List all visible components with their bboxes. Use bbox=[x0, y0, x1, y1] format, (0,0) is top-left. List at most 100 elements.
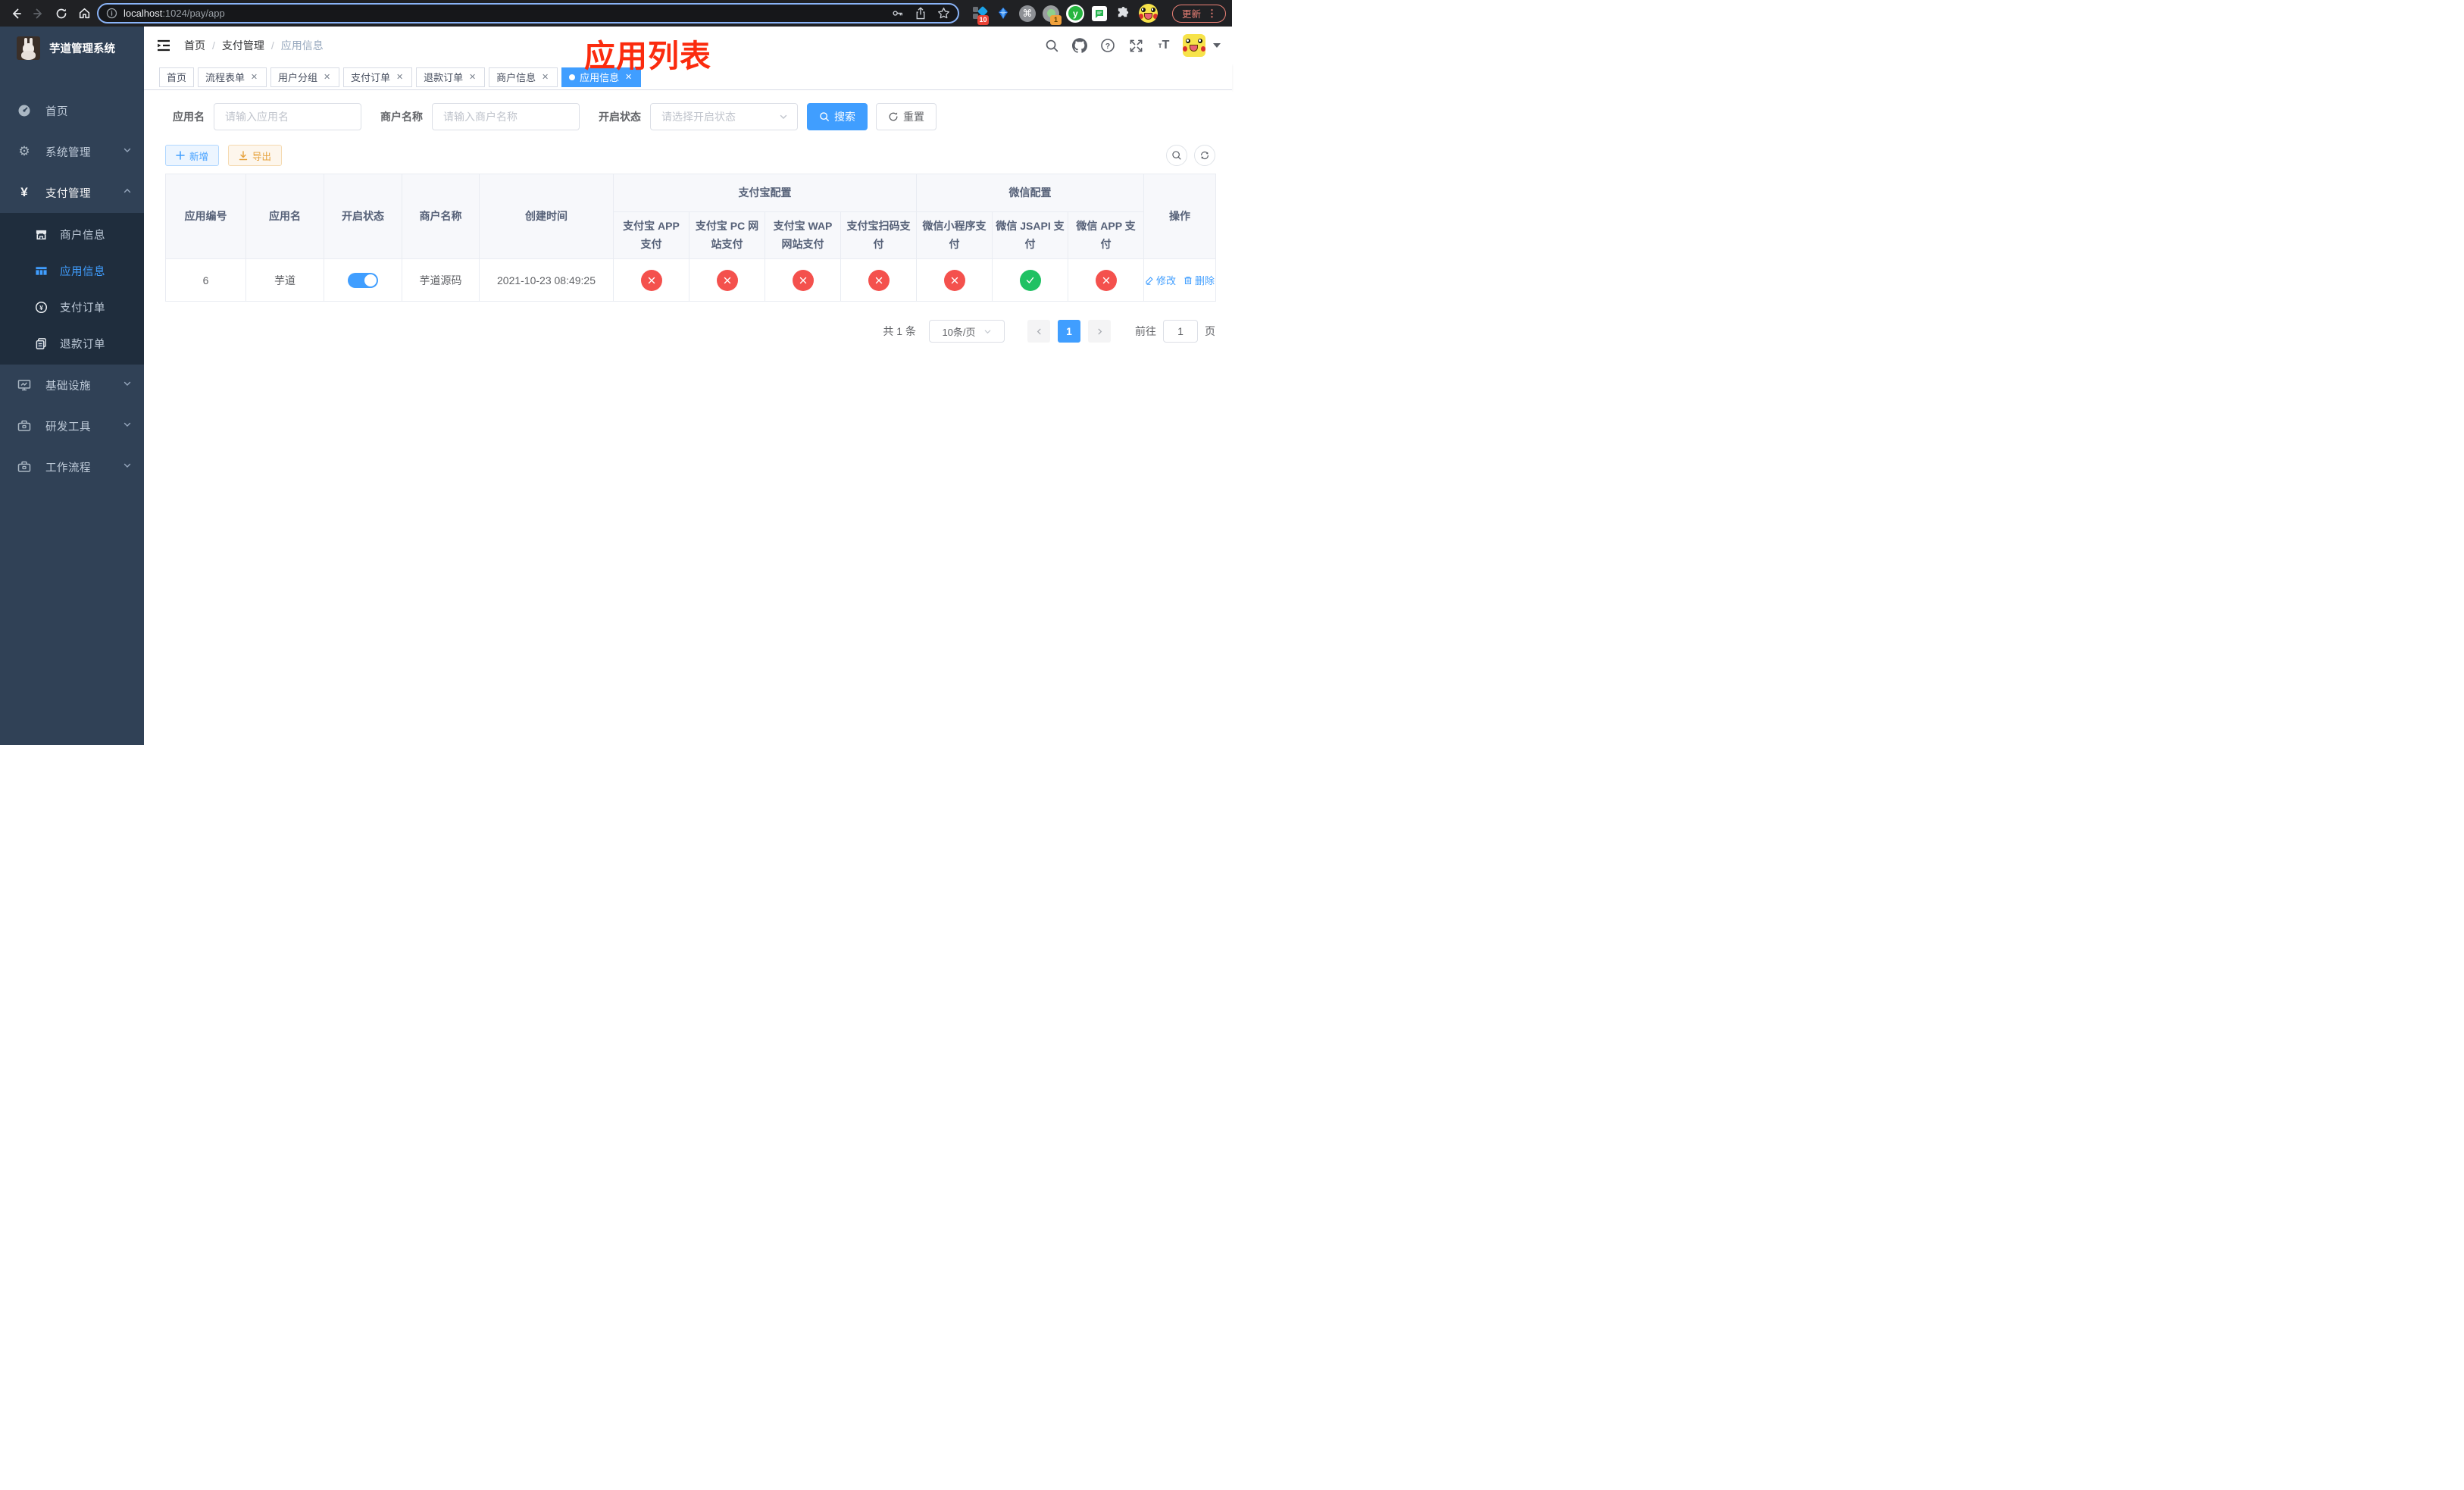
col-header-wx-lite: 微信小程序支付 bbox=[916, 211, 993, 259]
payment-submenu: 商户信息 应用信息 ¥ 支付订单 退款订单 bbox=[0, 213, 144, 365]
browser-update-button[interactable]: 更新 ⋮ bbox=[1171, 4, 1226, 23]
sidebar-item-system[interactable]: ⚙ 系统管理 bbox=[0, 131, 144, 172]
chevron-down-icon bbox=[123, 420, 132, 432]
sidebar-item-app-info[interactable]: 应用信息 bbox=[0, 252, 144, 289]
goto-page-input[interactable] bbox=[1163, 320, 1198, 343]
next-page-button[interactable] bbox=[1088, 320, 1111, 343]
close-icon[interactable]: ✕ bbox=[540, 72, 550, 82]
app-name-input[interactable] bbox=[214, 103, 361, 130]
sidebar-item-infrastructure[interactable]: 基础设施 bbox=[0, 365, 144, 405]
store-icon bbox=[34, 227, 48, 241]
gear-icon: ⚙ bbox=[18, 144, 30, 158]
tags-view-bar: 首页 流程表单 ✕ 用户分组 ✕ 支付订单 ✕ 退款订单 ✕ 商户信息 ✕ 应用信息 ✕ bbox=[144, 64, 1232, 90]
browser-home-button[interactable] bbox=[74, 4, 94, 23]
tab-app-info[interactable]: 应用信息 ✕ bbox=[561, 67, 642, 87]
breadcrumb-current: 应用信息 bbox=[280, 39, 324, 52]
cell-id: 6 bbox=[165, 258, 246, 302]
sidebar-logo[interactable]: 芋道管理系统 bbox=[0, 27, 144, 69]
font-size-icon[interactable]: тT bbox=[1155, 36, 1173, 55]
tab-merchant-info[interactable]: 商户信息 ✕ bbox=[489, 67, 558, 87]
toggle-search-button[interactable] bbox=[1166, 145, 1187, 166]
refresh-icon bbox=[889, 112, 898, 121]
tab-home[interactable]: 首页 bbox=[159, 67, 195, 87]
sidebar-item-dev-tools[interactable]: 研发工具 bbox=[0, 405, 144, 446]
row-enabled-toggle[interactable] bbox=[348, 272, 378, 288]
page-content: 应用名 商户名称 开启状态 请选择开启状态 搜索 重置 bbox=[144, 90, 1232, 745]
sidebar-fold-icon[interactable] bbox=[155, 37, 172, 54]
extension-command-icon[interactable]: ⌘ bbox=[1018, 5, 1036, 23]
site-info-icon[interactable] bbox=[106, 8, 117, 19]
extension-chat-icon[interactable] bbox=[1091, 5, 1108, 23]
breadcrumb-payment[interactable]: 支付管理 bbox=[222, 38, 264, 53]
delete-button[interactable]: 删除 bbox=[1184, 273, 1215, 287]
extensions-puzzle-icon[interactable] bbox=[1115, 5, 1132, 23]
avatar-caret-icon[interactable] bbox=[1213, 43, 1221, 48]
sidebar-item-merchant-info[interactable]: 商户信息 bbox=[0, 216, 144, 252]
close-icon[interactable]: ✕ bbox=[249, 72, 259, 82]
sidebar-item-workflow[interactable]: 工作流程 bbox=[0, 446, 144, 487]
refresh-table-button[interactable] bbox=[1194, 145, 1215, 166]
pagination: 共 1 条 10条/页 1 前往 页 bbox=[165, 320, 1215, 343]
reset-button[interactable]: 重置 bbox=[876, 103, 937, 130]
export-button[interactable]: 导出 bbox=[228, 145, 283, 166]
add-button[interactable]: 新增 bbox=[165, 145, 220, 166]
tab-user-group[interactable]: 用户分组 ✕ bbox=[270, 67, 340, 87]
status-select[interactable]: 请选择开启状态 bbox=[650, 103, 798, 130]
col-header-name: 应用名 bbox=[245, 174, 324, 259]
edit-button[interactable]: 修改 bbox=[1145, 273, 1176, 287]
page-size-select[interactable]: 10条/页 bbox=[929, 320, 1005, 343]
group-header-wechat: 微信配置 bbox=[915, 174, 1145, 212]
sidebar: 芋道管理系统 首页 ⚙ 系统管理 ¥ 支付管理 商户信息 应用信息 ¥ 支付订单… bbox=[0, 27, 144, 745]
github-icon[interactable] bbox=[1071, 36, 1089, 55]
chevron-right-icon bbox=[1097, 328, 1102, 334]
alipay-qr-status-icon bbox=[868, 269, 890, 291]
sidebar-item-pay-order[interactable]: ¥ 支付订单 bbox=[0, 289, 144, 325]
goto-label: 前往 bbox=[1135, 325, 1156, 337]
browser-menu-icon[interactable]: ⋮ bbox=[1207, 8, 1217, 20]
share-icon[interactable] bbox=[915, 7, 927, 20]
user-avatar[interactable] bbox=[1183, 34, 1205, 57]
sidebar-item-payment[interactable]: ¥ 支付管理 bbox=[0, 172, 144, 213]
close-icon[interactable]: ✕ bbox=[322, 72, 332, 82]
prev-page-button[interactable] bbox=[1027, 320, 1050, 343]
breadcrumb-home[interactable]: 首页 bbox=[184, 38, 205, 53]
sidebar-item-home[interactable]: 首页 bbox=[0, 90, 144, 131]
logo-rabbit-avatar bbox=[17, 36, 40, 60]
status-label: 开启状态 bbox=[599, 111, 641, 123]
col-header-alipay-wap: 支付宝 WAP 网站支付 bbox=[765, 211, 841, 259]
table-row: 6 芋道 芋道源码 2021-10-23 08:49:25 修改 删除 bbox=[165, 258, 1217, 302]
tab-refund-order[interactable]: 退款订单 ✕ bbox=[416, 67, 486, 87]
page-number-1[interactable]: 1 bbox=[1058, 320, 1080, 343]
bookmark-star-icon[interactable] bbox=[937, 7, 950, 20]
refresh-icon bbox=[1201, 151, 1209, 160]
merchant-name-input[interactable] bbox=[432, 103, 580, 130]
apps-table: 应用编号 应用名 开启状态 商户名称 创建时间 支付宝配置 微信配置 操作 支付… bbox=[165, 174, 1217, 302]
extension-gem-icon[interactable] bbox=[995, 5, 1012, 23]
pagination-total: 共 1 条 bbox=[883, 325, 916, 337]
tab-process-form[interactable]: 流程表单 ✕ bbox=[198, 67, 267, 87]
browser-chrome: localhost:1024/pay/app 10 ⌘ 1 y 更新 ⋮ bbox=[0, 0, 1232, 27]
browser-profile-avatar[interactable] bbox=[1138, 4, 1158, 23]
extension-camera-icon[interactable]: 1 bbox=[1043, 5, 1062, 25]
tab-pay-order[interactable]: 支付订单 ✕ bbox=[343, 67, 413, 87]
col-header-wx-app: 微信 APP 支付 bbox=[1067, 211, 1145, 259]
close-icon[interactable]: ✕ bbox=[624, 72, 633, 82]
extension-y-icon[interactable]: y bbox=[1066, 4, 1085, 23]
close-icon[interactable]: ✕ bbox=[395, 72, 405, 82]
plus-icon bbox=[176, 151, 185, 160]
url-bar[interactable]: localhost:1024/pay/app bbox=[97, 3, 959, 23]
search-button[interactable]: 搜索 bbox=[807, 103, 868, 130]
sidebar-item-refund-order[interactable]: 退款订单 bbox=[0, 325, 144, 362]
fullscreen-icon[interactable] bbox=[1127, 36, 1145, 55]
header-search-icon[interactable] bbox=[1043, 36, 1061, 55]
chevron-down-icon bbox=[123, 146, 132, 158]
browser-back-button[interactable] bbox=[6, 4, 26, 23]
extension-diamond-icon[interactable]: 10 bbox=[971, 5, 989, 25]
chevron-left-icon bbox=[1037, 328, 1041, 334]
password-key-icon[interactable] bbox=[891, 7, 904, 20]
close-icon[interactable]: ✕ bbox=[467, 72, 477, 82]
help-icon[interactable]: ? bbox=[1099, 36, 1117, 55]
browser-reload-button[interactable] bbox=[52, 4, 71, 23]
cell-status bbox=[324, 258, 402, 302]
browser-forward-button[interactable] bbox=[29, 4, 48, 23]
